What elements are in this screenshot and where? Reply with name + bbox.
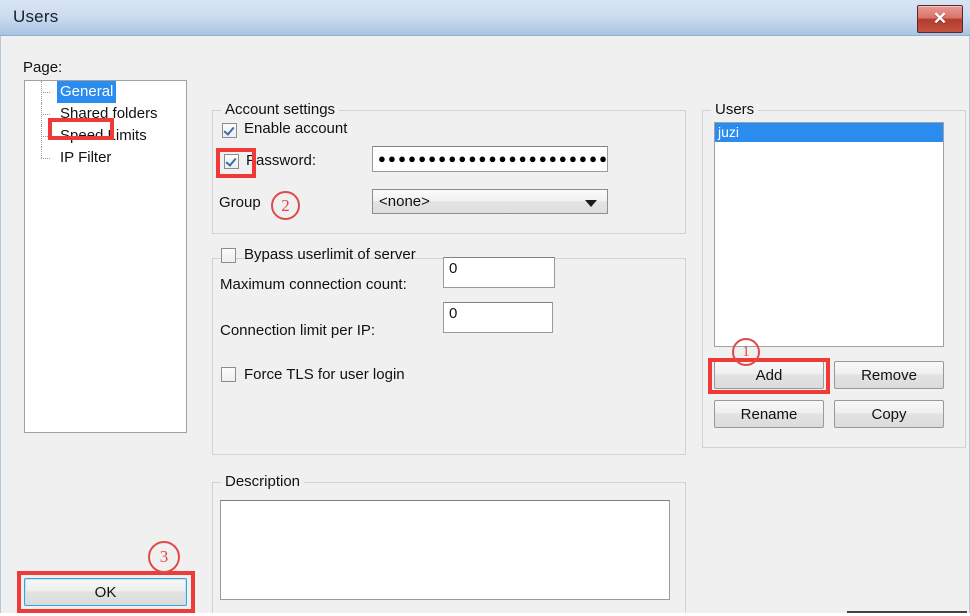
close-button[interactable]: ✕ [917, 5, 963, 33]
users-group-title: Users [711, 101, 759, 118]
users-listbox[interactable]: juzi [714, 122, 944, 347]
tree-item-ip-filter[interactable]: IP Filter [25, 147, 186, 169]
title-bar: Users ✕ [0, 0, 970, 36]
description-title: Description [221, 473, 305, 490]
users-dialog-window: Users ✕ Page: General Shared folders Spe… [0, 0, 970, 616]
remove-button[interactable]: Remove [834, 361, 944, 389]
group-combobox[interactable]: <none> [372, 189, 608, 214]
tree-item-label: Shared folders [60, 105, 158, 122]
tree-item-label: Speed Limits [60, 127, 147, 144]
ok-button[interactable]: OK [24, 578, 187, 606]
connection-limit-ip-input[interactable]: 0 [443, 302, 553, 333]
password-input[interactable]: ●●●●●●●●●●●●●●●●●●●●●●●● [372, 146, 608, 172]
max-connection-count-label: Maximum connection count: [220, 276, 407, 293]
tree-item-general[interactable]: General [25, 81, 186, 103]
list-item[interactable]: juzi [715, 123, 943, 142]
tree-item-shared-folders[interactable]: Shared folders [25, 103, 186, 125]
tree-item-speed-limits[interactable]: Speed Limits [25, 125, 186, 147]
force-tls-checkbox[interactable] [221, 367, 236, 382]
password-label: Password: [246, 152, 317, 169]
annotation-marker-3: 3 [148, 541, 180, 573]
bypass-userlimit-checkbox[interactable] [221, 248, 236, 263]
add-button[interactable]: Add [714, 361, 824, 389]
enable-account-label: Enable account [244, 120, 348, 137]
account-settings-title: Account settings [221, 101, 340, 118]
close-icon: ✕ [932, 9, 948, 28]
tree-item-label: General [57, 81, 117, 103]
max-connection-count-input[interactable]: 0 [443, 257, 555, 288]
description-textarea[interactable] [220, 500, 670, 600]
enable-account-checkbox[interactable] [222, 123, 237, 138]
rename-button[interactable]: Rename [714, 400, 824, 428]
window-title: Users [13, 7, 59, 26]
page-label: Page: [23, 59, 63, 76]
copy-button[interactable]: Copy [834, 400, 944, 428]
connection-limit-ip-label: Connection limit per IP: [220, 322, 376, 339]
tree-item-label: IP Filter [60, 149, 112, 166]
group-label: Group [219, 194, 261, 211]
password-checkbox[interactable] [224, 154, 239, 169]
bypass-userlimit-label: Bypass userlimit of server [244, 246, 416, 263]
page-tree[interactable]: General Shared folders Speed Limits IP F… [24, 80, 187, 433]
chevron-down-icon [585, 200, 597, 207]
group-combobox-value: <none> [379, 193, 430, 210]
bottom-corner-line [847, 611, 967, 613]
dialog-client-area: Page: General Shared folders Speed Limit… [0, 36, 970, 616]
force-tls-label: Force TLS for user login [244, 366, 405, 383]
